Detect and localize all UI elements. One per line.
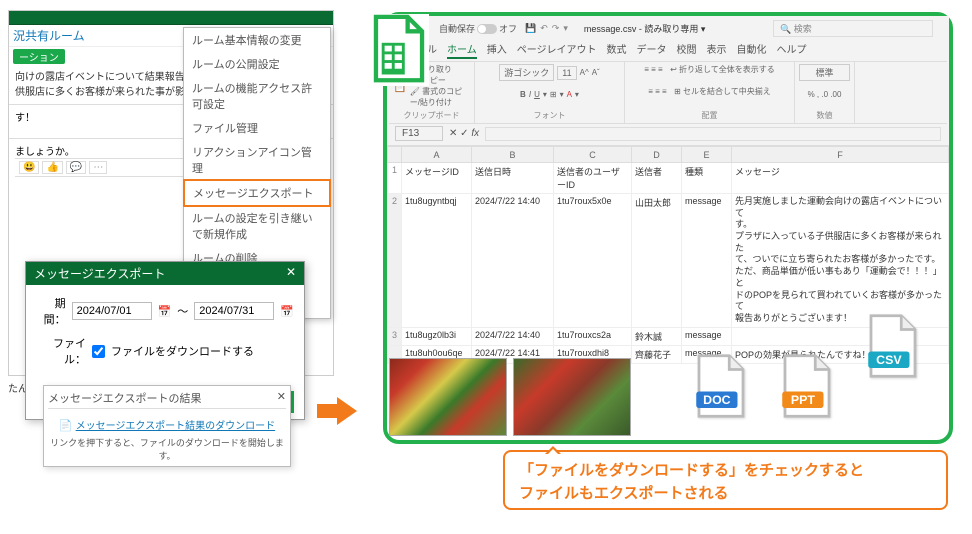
image-2 (513, 358, 631, 436)
ribbon-tabs: ファイル ホーム 挿入 ページレイアウト 数式 データ 校閲 表示 自動化 ヘル… (389, 39, 947, 61)
dd-reaction[interactable]: リアクションアイコン管理 (184, 140, 330, 180)
calendar-icon[interactable]: 📅 (280, 305, 294, 318)
dialog-titlebar: メッセージエクスポート ✕ (26, 262, 304, 285)
format-painter[interactable]: 🖌 書式のコピー/貼り付け (410, 86, 470, 108)
tab-data[interactable]: データ (637, 41, 667, 59)
svg-text:CSV: CSV (876, 353, 902, 367)
wrap-button[interactable]: ↩ 折り返して全体を表示する (670, 64, 775, 75)
calendar-icon[interactable]: 📅 (158, 305, 172, 318)
callout-note: 「ファイルをダウンロードする」をチェックすると ファイルもエクスポートされる (503, 450, 948, 510)
number-format[interactable]: 標準 (799, 64, 850, 81)
tab-auto[interactable]: 自動化 (737, 41, 767, 59)
status-badge: ーション (13, 49, 65, 64)
dialog-title: メッセージエクスポート (34, 265, 165, 282)
close-icon[interactable]: ✕ (277, 390, 286, 406)
period-label: 期間： (36, 295, 66, 327)
tab-help[interactable]: ヘルプ (777, 41, 807, 59)
svg-text:DOC: DOC (703, 393, 731, 407)
csv-file-icon: CSV (865, 313, 921, 382)
formula-bar: F13 ✕ ✓ fx (389, 124, 947, 143)
arrow-right (317, 404, 339, 418)
dd-export[interactable]: メッセージエクスポート (183, 179, 331, 207)
font-name[interactable]: 游ゴシック (499, 64, 554, 81)
image-1 (389, 358, 507, 436)
tab-layout[interactable]: ページレイアウト (517, 41, 597, 59)
svg-text:PPT: PPT (791, 393, 815, 407)
export-result: メッセージエクスポートの結果✕ 📄 メッセージエクスポート結果のダウンロード リ… (43, 385, 291, 467)
tab-review[interactable]: 校閲 (677, 41, 697, 59)
formula-input[interactable] (485, 127, 941, 141)
dd-public[interactable]: ルームの公開設定 (184, 52, 330, 76)
ppt-file-icon: PPT (779, 353, 835, 422)
chat-titlebar (9, 11, 333, 25)
room-name[interactable]: 況共有ルーム (13, 27, 85, 44)
font-size[interactable]: 11 (557, 66, 576, 80)
dd-clone[interactable]: ルームの設定を引き継いで新規作成 (184, 206, 330, 246)
attached-images (389, 358, 631, 436)
save-icon[interactable]: 💾 (525, 23, 536, 34)
dd-files[interactable]: ファイル管理 (184, 116, 330, 140)
download-checkbox[interactable] (92, 345, 105, 358)
tab-formula[interactable]: 数式 (607, 41, 627, 59)
file-label: ファイル： (36, 335, 86, 367)
tab-view[interactable]: 表示 (707, 41, 727, 59)
doc-file-icon: DOC (693, 353, 749, 422)
date-from[interactable] (72, 302, 152, 320)
filename: message.csv - 読み取り専用 ▾ (584, 22, 706, 35)
date-to[interactable] (194, 302, 274, 320)
dd-basic[interactable]: ルーム基本情報の変更 (184, 28, 330, 52)
excel-file-icon (369, 14, 429, 86)
redo-icon[interactable]: ↷ (552, 23, 560, 34)
tab-insert[interactable]: 挿入 (487, 41, 507, 59)
excel-window: 自動保存オフ 💾↶↷▾ message.csv - 読み取り専用 ▾ 🔍 検索 … (383, 12, 953, 444)
group-font: 游ゴシック11A^Aˇ B I U ▾ ⊞ ▾ A ▾ フォント (475, 62, 625, 123)
dd-access[interactable]: ルームの機能アクセス許可設定 (184, 76, 330, 116)
close-icon[interactable]: ✕ (286, 265, 296, 282)
name-box[interactable]: F13 (395, 126, 443, 141)
group-align: ≡ ≡ ≡ ↩ 折り返して全体を表示する ≡ ≡ ≡ ⊞ セルを結合して中央揃え… (625, 62, 795, 123)
tab-home[interactable]: ホーム (447, 41, 477, 59)
checkbox-label: ファイルをダウンロードする (111, 343, 254, 359)
arrow-right-head (337, 397, 357, 425)
group-number: 標準 % , .0 .00 数値 (795, 62, 855, 123)
undo-icon[interactable]: ↶ (540, 23, 548, 34)
search-box[interactable]: 🔍 検索 (773, 20, 933, 37)
result-title: メッセージエクスポートの結果 (48, 390, 201, 406)
autosave-toggle[interactable]: 自動保存オフ (439, 22, 517, 35)
merge-button[interactable]: ⊞ セルを結合して中央揃え (674, 86, 771, 97)
download-link[interactable]: メッセージエクスポート結果のダウンロード (76, 421, 276, 432)
result-note: リンクを押下すると、ファイルのダウンロードを開始します。 (48, 436, 286, 462)
